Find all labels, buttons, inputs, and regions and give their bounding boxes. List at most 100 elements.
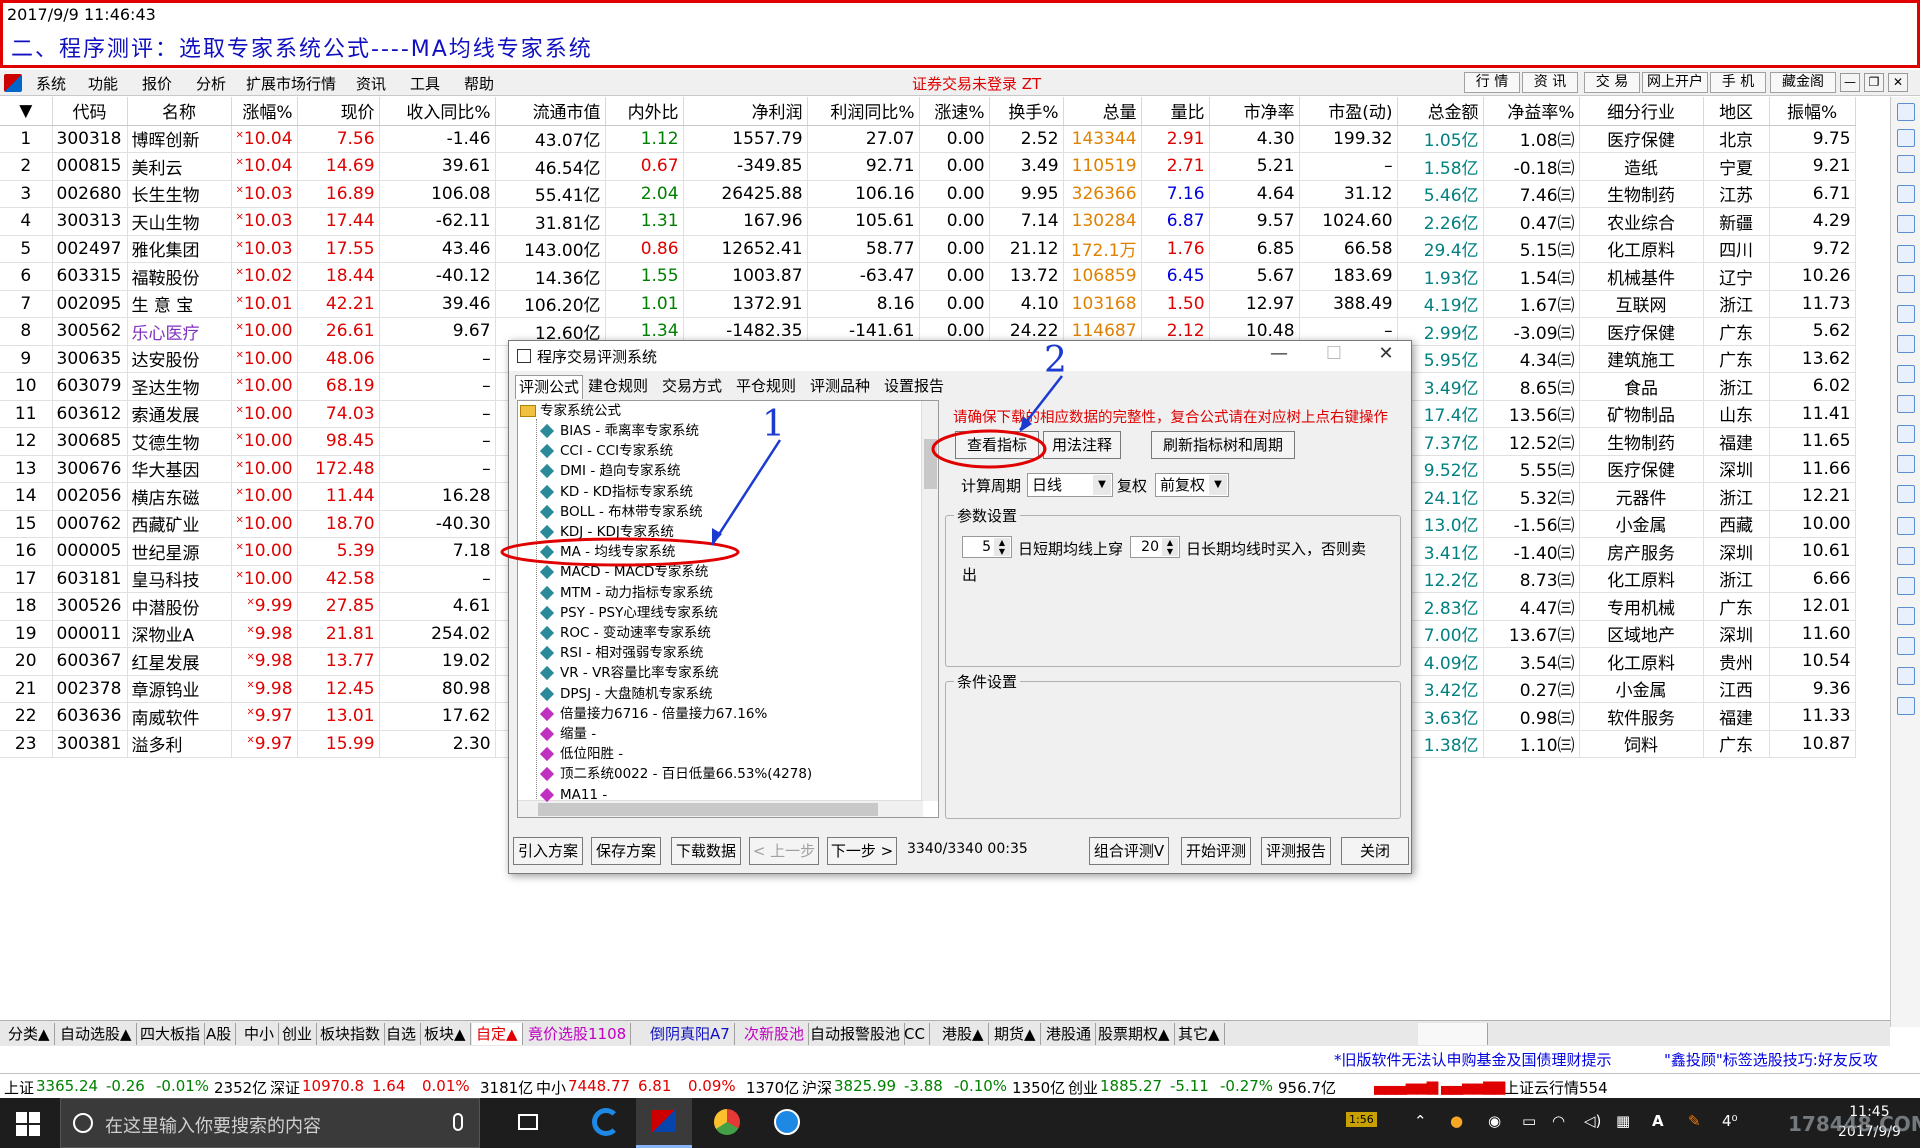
column-header[interactable]: 名称: [127, 97, 232, 126]
tree-item[interactable]: BIAS - 乖离率专家系统: [539, 421, 699, 441]
column-header[interactable]: 净利润: [683, 97, 808, 126]
save-plan-button[interactable]: 保存方案: [591, 837, 661, 865]
wifi-icon[interactable]: ◠: [1552, 1112, 1565, 1130]
bottom-tab[interactable]: 板块▲: [420, 1023, 471, 1045]
updown-icon[interactable]: [1897, 547, 1915, 565]
wechat-tray-icon[interactable]: ◉: [1488, 1112, 1501, 1130]
chart-icon[interactable]: [1897, 185, 1915, 203]
menu-analysis[interactable]: 分析: [196, 73, 226, 94]
btn-trade[interactable]: 交 易: [1584, 72, 1640, 93]
tree-item[interactable]: PSY - PSY心理线专家系统: [539, 603, 718, 623]
index-label[interactable]: 创业: [1068, 1077, 1098, 1098]
bottom-tab[interactable]: 港股▲: [938, 1023, 989, 1045]
tree-item[interactable]: CCI - CCI专家系统: [539, 441, 673, 461]
bottom-tab[interactable]: 港股通: [1042, 1023, 1097, 1045]
arrow-up-icon[interactable]: [1897, 129, 1915, 147]
scroll-thumb[interactable]: [538, 803, 878, 816]
bottom-tab[interactable]: 期货▲: [990, 1023, 1041, 1045]
maximize-icon[interactable]: ☐: [1319, 343, 1349, 367]
bottom-tab[interactable]: 分类▲: [4, 1023, 55, 1045]
f10-icon[interactable]: [1897, 335, 1915, 353]
scroll-thumb[interactable]: [924, 439, 937, 489]
menu-extended-market[interactable]: 扩展市场行情: [246, 73, 336, 94]
chevron-down-icon[interactable]: ▼: [1209, 475, 1227, 495]
export-icon[interactable]: [1897, 637, 1915, 655]
document-icon[interactable]: [1897, 365, 1915, 383]
windows-start-icon[interactable]: [16, 1112, 40, 1136]
edge-browser-icon[interactable]: [578, 1098, 634, 1148]
table-row[interactable]: 1 300318 博晖创新 ×10.04 7.56 -1.46 43.07亿 1.12 1557…: [0, 125, 1856, 153]
tray-indicator[interactable]: 1:56: [1346, 1112, 1377, 1127]
btn-cangjinge[interactable]: 藏金阁: [1770, 72, 1836, 93]
view-indicator-button[interactable]: 查看指标: [955, 431, 1039, 459]
short-ma-spinner[interactable]: 5 ▲ ▼: [962, 536, 1012, 558]
ime-icon[interactable]: A: [1652, 1112, 1664, 1130]
volume-icon[interactable]: ◁): [1584, 1112, 1601, 1130]
column-header[interactable]: 总金额: [1397, 97, 1484, 126]
arrow-down-icon[interactable]: [1897, 155, 1915, 173]
bottom-tab[interactable]: 倒阴真阳A7: [646, 1023, 735, 1045]
import-plan-button[interactable]: 引入方案: [513, 837, 583, 865]
microphone-icon[interactable]: [453, 1113, 463, 1131]
period-select[interactable]: 日线 ▼: [1027, 473, 1113, 497]
tree-item[interactable]: DPSJ - 大盘随机专家系统: [539, 684, 713, 704]
test-report-button[interactable]: 评测报告: [1261, 837, 1331, 865]
next-step-button[interactable]: 下一步 >: [827, 837, 897, 865]
column-header[interactable]: 细分行业: [1579, 97, 1704, 126]
menu-help[interactable]: 帮助: [464, 73, 494, 94]
fz-icon[interactable]: [1897, 425, 1915, 443]
bottom-tab[interactable]: 自动报警股池: [806, 1023, 906, 1045]
ticker-news-left[interactable]: *旧版软件无法认申购基金及国债理财提示: [1334, 1049, 1612, 1070]
chart-app-icon[interactable]: [700, 1098, 756, 1148]
column-header[interactable]: 市净率: [1209, 97, 1300, 126]
column-header[interactable]: 振幅%: [1769, 97, 1856, 126]
column-header[interactable]: 换手%: [989, 97, 1064, 126]
close-icon[interactable]: ✕: [1371, 343, 1401, 367]
tab-open-rules[interactable]: 建仓规则: [585, 375, 651, 399]
column-header[interactable]: 收入同比%: [379, 97, 496, 126]
download-data-button[interactable]: 下载数据: [671, 837, 741, 865]
column-header[interactable]: 内外比: [605, 97, 684, 126]
bottom-tab[interactable]: 创业: [278, 1023, 318, 1045]
spinner-arrows-icon[interactable]: ▲ ▼: [994, 538, 1010, 556]
menu-function[interactable]: 功能: [88, 73, 118, 94]
column-header[interactable]: 现价: [297, 97, 380, 126]
tree-item[interactable]: 缩量 -: [539, 724, 596, 744]
chevron-down-icon[interactable]: ▼: [1093, 475, 1111, 495]
combo-test-button[interactable]: 组合评测V: [1089, 837, 1169, 865]
column-header[interactable]: 流通市值: [495, 97, 606, 126]
bar-chart-icon[interactable]: [1897, 275, 1915, 293]
task-view-icon[interactable]: [500, 1098, 556, 1148]
stack-icon[interactable]: [1897, 667, 1915, 685]
tree-item[interactable]: ROC - 变动速率专家系统: [539, 623, 711, 643]
table-row[interactable]: 2 000815 美利云 ×10.04 14.69 39.61 46.54亿 0.67 -349…: [0, 152, 1856, 181]
tray-circle-icon[interactable]: ●: [1450, 1112, 1463, 1130]
prev-step-button[interactable]: < 上一步: [749, 837, 819, 865]
btn-open-account[interactable]: 网上开户: [1642, 72, 1708, 93]
search-icon[interactable]: [1897, 485, 1915, 503]
bottom-tab[interactable]: 自动选股▲: [56, 1023, 137, 1045]
keyboard-icon[interactable]: ▦: [1616, 1112, 1630, 1130]
tree-item[interactable]: 顶二系统0022 - 百日低量66.53%(4278): [539, 764, 812, 784]
long-ma-spinner[interactable]: 20 ▲ ▼: [1130, 536, 1180, 558]
tree-root[interactable]: 专家系统公式: [520, 401, 621, 421]
bottom-tab[interactable]: 板块指数: [316, 1023, 386, 1045]
arrow-left-icon[interactable]: [1897, 103, 1915, 121]
tab-close-rules[interactable]: 平仓规则: [733, 375, 799, 399]
tree-item[interactable]: MA - 均线专家系统: [539, 542, 675, 562]
bottom-tab[interactable]: 自选: [382, 1023, 422, 1045]
usage-notes-button[interactable]: 用法注释: [1043, 431, 1121, 459]
ticker-news-right[interactable]: "鑫投顾"标签选股技巧:好友反攻: [1664, 1049, 1878, 1070]
btn-quotes[interactable]: 行 情: [1464, 72, 1520, 93]
column-header[interactable]: 利润同比%: [807, 97, 920, 126]
column-header[interactable]: 地区: [1703, 97, 1770, 126]
table-row[interactable]: 6 603315 福鞍股份 ×10.02 18.44 -40.12 14.36亿 1.55 10…: [0, 262, 1856, 291]
column-header[interactable]: 净益率%: [1483, 97, 1580, 126]
close-icon[interactable]: ✕: [1888, 73, 1908, 92]
tab-instruments[interactable]: 评测品种: [807, 375, 873, 399]
bottom-tab[interactable]: CC: [900, 1023, 930, 1045]
close-button[interactable]: 关闭: [1341, 837, 1409, 865]
tree-item[interactable]: KDJ - KDJ专家系统: [539, 522, 674, 542]
index-label[interactable]: 深证: [270, 1077, 300, 1098]
tree-item[interactable]: 低位阳胜 -: [539, 744, 623, 764]
